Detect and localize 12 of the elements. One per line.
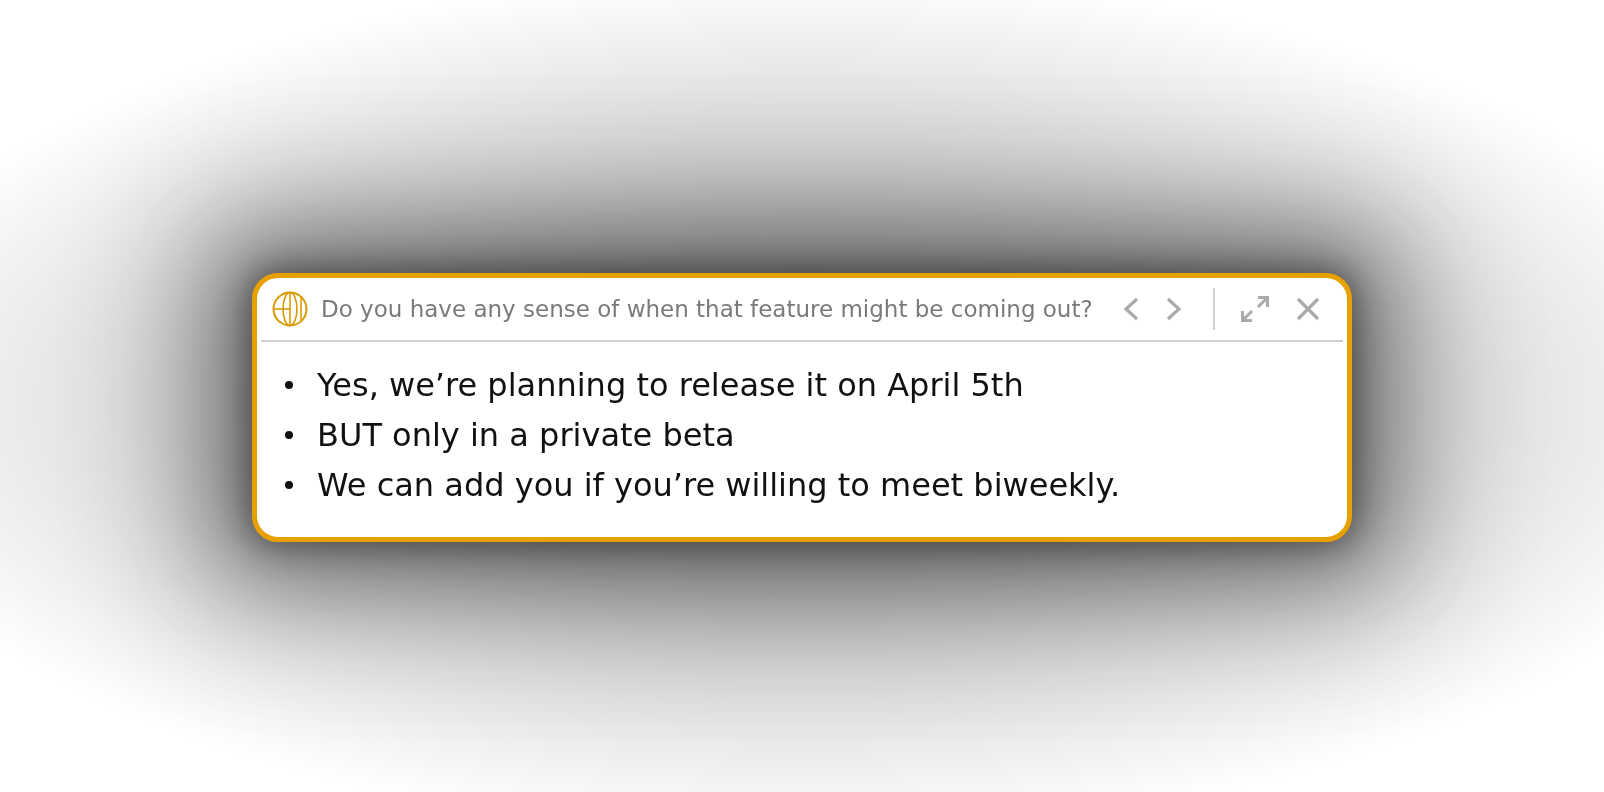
expand-icon <box>1241 295 1269 322</box>
globe-icon <box>272 290 308 327</box>
question-text: Do you have any sense of when that feature might be coming out? <box>321 295 1093 322</box>
bullet-icon <box>285 380 293 389</box>
close-icon <box>1296 296 1320 321</box>
bullet-icon <box>285 480 293 489</box>
bullet-text: We can add you if you’re willing to meet biweekly. <box>317 465 1121 504</box>
bullet-icon <box>285 430 293 439</box>
bullet-text: Yes, we’re planning to release it on April 5th <box>317 365 1024 404</box>
chevron-right-icon <box>1166 296 1182 321</box>
bullet-text: BUT only in a private beta <box>317 415 735 454</box>
chevron-left-icon <box>1123 296 1139 321</box>
